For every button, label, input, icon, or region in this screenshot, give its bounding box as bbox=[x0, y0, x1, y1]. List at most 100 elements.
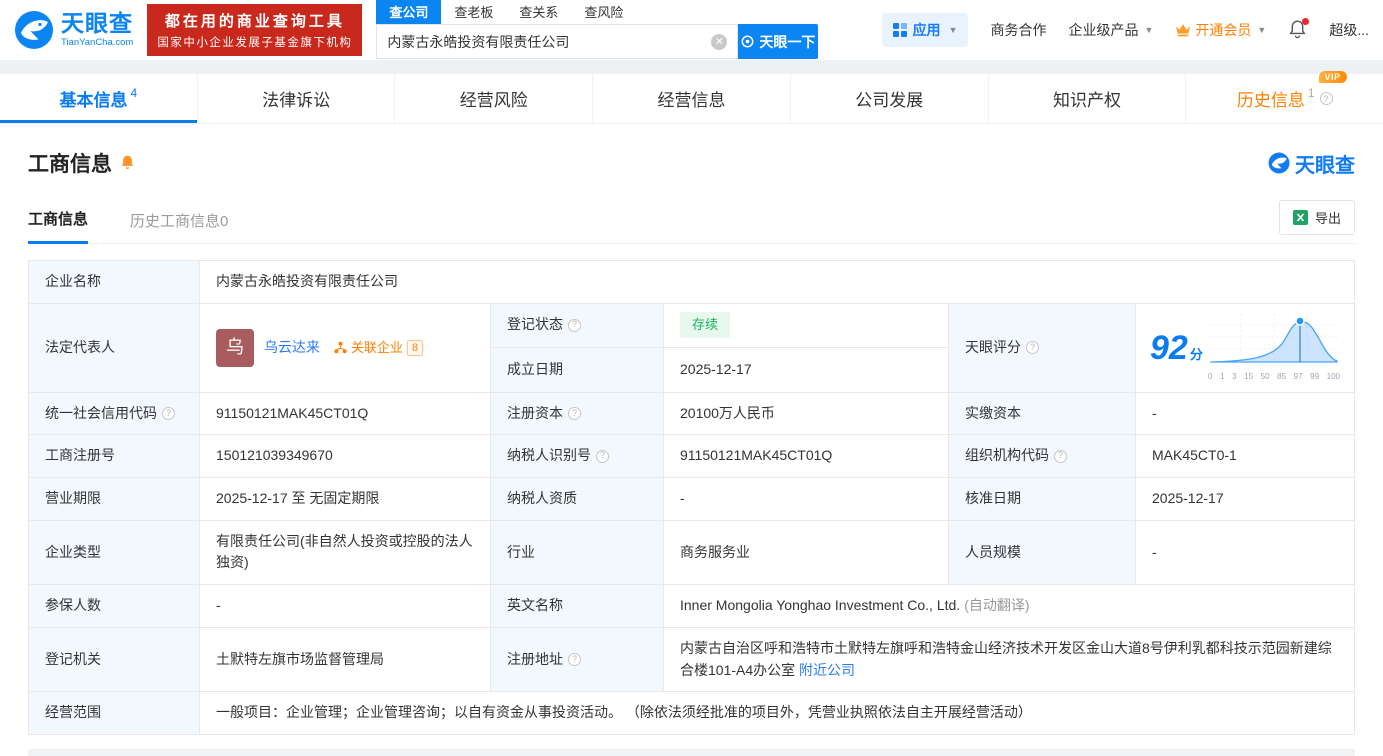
approval-date-value: 2025-12-17 bbox=[1152, 490, 1224, 507]
business-scope-value: 一般项目：企业管理；企业管理咨询；以自有资金从事投资活动。 （除依法须经批准的项… bbox=[216, 704, 1032, 721]
nearby-companies-link[interactable]: 附近公司 bbox=[799, 662, 855, 678]
reg-capital-label: 注册资本 ? bbox=[491, 392, 664, 435]
tab-basic-info-count: 4 bbox=[130, 85, 138, 100]
subtab-history-business-info[interactable]: 历史工商信息0 bbox=[130, 210, 228, 243]
search-tab-boss[interactable]: 查老板 bbox=[441, 0, 506, 24]
nav-open-vip[interactable]: 开通会员 ▼ bbox=[1175, 20, 1266, 40]
credit-code-label: 统一社会信用代码 ? bbox=[29, 392, 200, 435]
tab-intellectual-property-label: 知识产权 bbox=[1052, 91, 1121, 110]
tab-history-info[interactable]: 历史信息 1 ? VIP bbox=[1186, 71, 1383, 123]
help-icon[interactable]: ? bbox=[568, 318, 581, 332]
tab-legal-litigation[interactable]: 法律诉讼 bbox=[198, 74, 396, 123]
logo-title: 天眼查 bbox=[61, 10, 133, 37]
help-icon[interactable]: ? bbox=[568, 653, 581, 666]
subtab-bar: 工商信息 历史工商信息0 导出 bbox=[28, 200, 1355, 244]
legal-rep-name-link[interactable]: 乌云达来 bbox=[264, 337, 320, 359]
reg-authority-label: 登记机关 bbox=[29, 627, 200, 692]
export-label: 导出 bbox=[1314, 211, 1341, 226]
taxpayer-id-label: 纳税人识别号 ? bbox=[491, 435, 664, 478]
crown-icon bbox=[1176, 24, 1191, 37]
insured-count-label: 参保人数 bbox=[29, 585, 200, 627]
clear-search-icon[interactable]: ✕ bbox=[711, 33, 728, 50]
help-icon[interactable]: ? bbox=[162, 407, 175, 421]
chevron-down-icon: ▼ bbox=[948, 25, 958, 35]
section-title: 工商信息 bbox=[28, 153, 112, 176]
taxpayer-id-value: 91150121MAK45CT01Q bbox=[664, 435, 949, 478]
search-tab-relation[interactable]: 查关系 bbox=[506, 0, 571, 24]
brand-label: 天眼查 bbox=[1295, 154, 1355, 177]
company-name-label: 企业名称 bbox=[29, 261, 200, 303]
logo-text: 天眼查 TianYanCha.com bbox=[61, 10, 133, 49]
apps-label: 应用 bbox=[912, 22, 941, 38]
nav-business-cooperation[interactable]: 商务合作 bbox=[990, 20, 1046, 40]
search-tabs: 查公司 查老板 查关系 查风险 bbox=[376, 0, 818, 24]
related-companies-link[interactable]: 关联企业 8 bbox=[334, 338, 424, 358]
score-value[interactable]: 92 分 0 1 3 15 50 85 97 99 100 bbox=[1136, 304, 1354, 392]
status-badge: 存续 bbox=[680, 312, 731, 339]
promo-line2: 国家中小企业发展子基金旗下机构 bbox=[157, 37, 353, 49]
vip-badge: VIP bbox=[1318, 71, 1347, 83]
nav-super-vip[interactable]: 超级... bbox=[1329, 20, 1369, 40]
tab-company-development[interactable]: 公司发展 bbox=[791, 74, 989, 123]
notification-bell-icon[interactable] bbox=[1288, 17, 1310, 42]
legal-rep-avatar[interactable]: 乌 bbox=[216, 328, 254, 367]
taxpayer-quality-label: 纳税人资质 bbox=[491, 478, 664, 520]
related-companies-icon bbox=[334, 341, 347, 354]
reg-number-label: 工商注册号 bbox=[29, 435, 200, 478]
reg-status-label: 登记状态 ? bbox=[491, 303, 664, 348]
insured-count-value: - bbox=[200, 585, 491, 627]
staff-size-label: 人员规模 bbox=[949, 520, 1136, 585]
tab-intellectual-property[interactable]: 知识产权 bbox=[989, 74, 1187, 123]
search-box: ✕ bbox=[376, 24, 739, 59]
search-tab-risk[interactable]: 查风险 bbox=[571, 0, 636, 24]
tab-operation-risk[interactable]: 经营风险 bbox=[395, 74, 594, 123]
tab-basic-info-label: 基本信息 bbox=[59, 91, 128, 110]
staff-size-value: - bbox=[1152, 543, 1157, 560]
chevron-down-icon: ▼ bbox=[1257, 25, 1267, 35]
score-distribution-chart: 0 1 3 15 50 85 97 99 100 bbox=[1208, 312, 1340, 384]
reg-address-label: 注册地址 ? bbox=[491, 627, 664, 692]
subscribe-bell-icon[interactable] bbox=[120, 154, 135, 173]
help-icon[interactable]: ? bbox=[1026, 341, 1039, 355]
help-icon[interactable]: ? bbox=[1319, 92, 1333, 105]
table-row: 法定代表人 乌 乌云达来 关联企业 8 登记状态 ? 存续 天眼评分 ? 92 … bbox=[29, 303, 1354, 393]
search-button[interactable]: 天眼一下 bbox=[738, 24, 819, 59]
table-row: 经营范围 一般项目：企业管理；企业管理咨询；以自有资金从事投资活动。 （除依法须… bbox=[29, 692, 1354, 734]
tab-company-development-label: 公司发展 bbox=[855, 91, 924, 110]
help-icon[interactable]: ? bbox=[568, 407, 581, 421]
score-axis: 0 1 3 15 50 85 97 99 100 bbox=[1208, 372, 1340, 382]
subtab-business-info[interactable]: 工商信息 bbox=[28, 208, 89, 244]
english-name-label: 英文名称 bbox=[491, 585, 664, 627]
tianyancha-logo[interactable]: 天眼查 TianYanCha.com bbox=[14, 10, 133, 50]
score-number: 92 分 bbox=[1150, 328, 1203, 367]
brand-watermark: 天眼查 bbox=[1268, 149, 1355, 178]
tab-legal-litigation-label: 法律诉讼 bbox=[262, 91, 331, 110]
tab-basic-info[interactable]: 基本信息 4 bbox=[0, 74, 198, 123]
search-row: ✕ 天眼一下 bbox=[376, 24, 819, 59]
establish-date-value: 2025-12-17 bbox=[664, 347, 949, 392]
export-button[interactable]: 导出 bbox=[1278, 200, 1355, 235]
business-term-label: 营业期限 bbox=[29, 478, 200, 520]
score-label: 天眼评分 ? bbox=[949, 303, 1136, 392]
reg-authority-value: 土默特左旗市场监督管理局 bbox=[200, 627, 491, 692]
apps-button[interactable]: 应用 ▼ bbox=[881, 13, 969, 47]
auto-translate-note: (自动翻译) bbox=[964, 597, 1030, 614]
search-input[interactable] bbox=[387, 33, 712, 50]
search-tab-company[interactable]: 查公司 bbox=[376, 0, 442, 24]
help-icon[interactable]: ? bbox=[596, 449, 609, 463]
bottom-divider bbox=[28, 748, 1355, 756]
table-row: 企业名称 内蒙古永皓投资有限责任公司 bbox=[29, 261, 1354, 304]
chevron-down-icon: ▼ bbox=[1144, 25, 1154, 35]
taxpayer-quality-value: - bbox=[664, 478, 949, 520]
header-right-nav: 应用 ▼ 商务合作 企业级产品 ▼ 开通会员 ▼ 超级... bbox=[881, 13, 1369, 47]
industry-label: 行业 bbox=[491, 520, 664, 585]
org-code-value: MAK45CT0-1 bbox=[1152, 447, 1237, 464]
company-type-value: 有限责任公司(非自然人投资或控股的法人独资) bbox=[200, 520, 491, 585]
tab-business-info[interactable]: 经营信息 bbox=[593, 74, 791, 123]
related-companies-count: 8 bbox=[407, 339, 424, 356]
table-row: 参保人数 - 英文名称 Inner Mongolia Yonghao Inves… bbox=[29, 585, 1354, 628]
help-icon[interactable]: ? bbox=[1054, 449, 1067, 463]
nav-enterprise-products[interactable]: 企业级产品 ▼ bbox=[1068, 20, 1153, 40]
business-info-table: 企业名称 内蒙古永皓投资有限责任公司 法定代表人 乌 乌云达来 关联企业 8 登… bbox=[28, 260, 1355, 735]
company-type-label: 企业类型 bbox=[29, 520, 200, 585]
